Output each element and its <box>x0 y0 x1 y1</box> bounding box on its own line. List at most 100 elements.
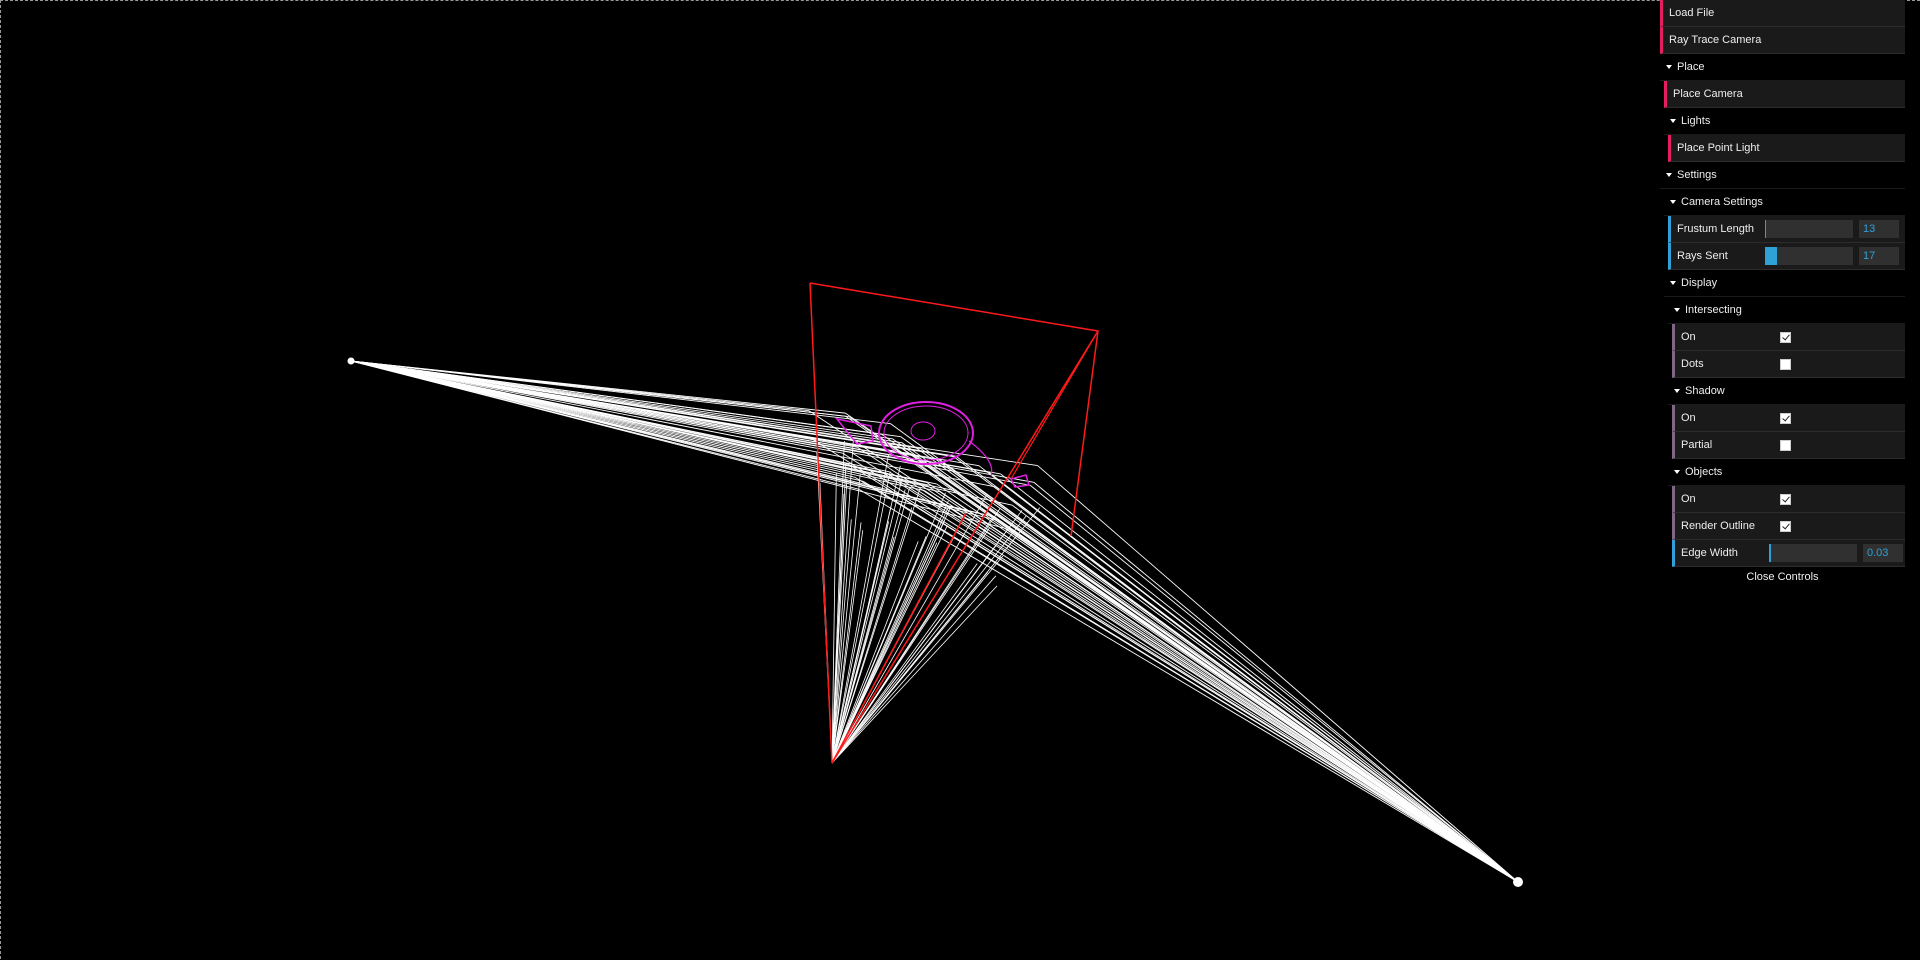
light-rays <box>350 360 1519 883</box>
objects-on-label: On <box>1681 493 1696 505</box>
folder-display[interactable]: Display <box>1664 270 1905 297</box>
light-ray <box>1033 481 1519 883</box>
controls-panel: Load File Ray Trace Camera Place Place C… <box>1660 0 1905 589</box>
light-ray <box>936 483 1519 883</box>
edge-width-slider[interactable] <box>1769 544 1857 562</box>
checkmark-icon <box>1782 494 1790 503</box>
render-outline-control: Render Outline <box>1672 513 1905 540</box>
chevron-down-icon <box>1674 308 1680 313</box>
intersecting-dots-label: Dots <box>1681 358 1704 370</box>
frustum-edge <box>831 512 967 764</box>
folder-lights-title: Lights <box>1681 115 1711 127</box>
light-ray <box>831 563 978 764</box>
intersecting-dots-checkbox[interactable] <box>1780 359 1791 370</box>
intersecting-on-control: On <box>1672 324 1905 351</box>
light-ray <box>900 436 1519 883</box>
light-ray <box>811 438 1519 883</box>
render-viewport[interactable] <box>0 0 1920 959</box>
light-ray <box>890 423 1519 883</box>
frustum-edge <box>809 282 833 764</box>
place-camera-button[interactable]: Place Camera <box>1664 81 1905 108</box>
light-ray <box>350 360 843 454</box>
folder-objects[interactable]: Objects <box>1668 459 1905 486</box>
light-ray <box>857 446 1519 883</box>
folder-intersecting[interactable]: Intersecting <box>1668 297 1905 324</box>
light-ray <box>831 494 988 764</box>
objects-on-checkbox[interactable] <box>1780 494 1791 505</box>
light-ray <box>955 455 1519 883</box>
light-ray <box>889 471 1519 883</box>
slider-fill <box>1765 220 1767 238</box>
light-ray <box>995 519 1519 883</box>
light-ray <box>350 360 891 425</box>
shadow-partial-label: Partial <box>1681 439 1713 451</box>
intersecting-dots-control: Dots <box>1672 351 1905 378</box>
light-ray <box>350 360 1001 475</box>
checkmark-icon <box>1782 332 1790 341</box>
folder-settings-body: Camera Settings Frustum Length 13 Rays S… <box>1664 189 1905 567</box>
render-outline-checkbox[interactable] <box>1780 521 1791 532</box>
folder-settings-title: Settings <box>1677 169 1717 181</box>
frustum-length-label: Frustum Length <box>1677 223 1755 235</box>
shadow-on-label: On <box>1681 412 1696 424</box>
light-ray <box>350 360 996 488</box>
ray-trace-camera-button[interactable]: Ray Trace Camera <box>1660 27 1905 54</box>
folder-camera-settings-body: Frustum Length 13 Rays Sent 17 <box>1668 216 1905 270</box>
folder-intersecting-body: On Dots <box>1672 324 1905 378</box>
slider-fill <box>1765 247 1778 265</box>
shadow-partial-control: Partial <box>1672 432 1905 459</box>
frustum-length-control: Frustum Length 13 <box>1668 216 1905 243</box>
light-ray <box>1037 465 1519 883</box>
checkmark-icon <box>1782 413 1790 422</box>
light-ray <box>350 360 925 492</box>
rays-sent-slider[interactable] <box>1765 247 1853 265</box>
chevron-down-icon <box>1666 173 1672 178</box>
render-outline-label: Render Outline <box>1681 520 1755 532</box>
intersecting-on-checkbox[interactable] <box>1780 332 1791 343</box>
edge-width-control: Edge Width 0.03 <box>1672 540 1905 567</box>
chevron-down-icon <box>1666 65 1672 70</box>
folder-lights[interactable]: Lights <box>1664 108 1905 135</box>
folder-camera-settings-title: Camera Settings <box>1681 196 1763 208</box>
chevron-down-icon <box>1670 200 1676 205</box>
rays-sent-control: Rays Sent 17 <box>1668 243 1905 270</box>
folder-objects-title: Objects <box>1685 466 1723 478</box>
close-controls-button[interactable]: Close Controls <box>1660 567 1905 589</box>
point-light <box>1513 877 1523 887</box>
folder-settings[interactable]: Settings <box>1660 162 1905 189</box>
folder-shadow[interactable]: Shadow <box>1668 378 1905 405</box>
rays-sent-label: Rays Sent <box>1677 250 1728 262</box>
frustum-length-input[interactable]: 13 <box>1859 220 1899 238</box>
light-ray <box>831 517 993 764</box>
objects-on-control: On <box>1672 486 1905 513</box>
load-file-button[interactable]: Load File <box>1660 0 1905 27</box>
shadow-partial-checkbox[interactable] <box>1780 440 1791 451</box>
folder-display-title: Display <box>1681 277 1718 289</box>
folder-place[interactable]: Place <box>1660 54 1905 81</box>
edge-width-label: Edge Width <box>1681 547 1738 559</box>
chevron-down-icon <box>1670 119 1676 124</box>
folder-intersecting-title: Intersecting <box>1685 304 1742 316</box>
place-point-light-button[interactable]: Place Point Light <box>1668 135 1905 162</box>
chevron-down-icon <box>1670 281 1676 286</box>
frustum-edge <box>809 282 1099 537</box>
rays-sent-input[interactable]: 17 <box>1859 247 1899 265</box>
frustum-length-slider[interactable] <box>1765 220 1853 238</box>
scene-canvas <box>347 282 1523 887</box>
light-ray <box>842 452 1519 883</box>
intersecting-on-label: On <box>1681 331 1696 343</box>
chevron-down-icon <box>1674 470 1680 475</box>
chevron-down-icon <box>1674 389 1680 394</box>
slider-fill <box>1769 544 1771 562</box>
light-ray <box>350 360 912 455</box>
checkmark-icon <box>1782 521 1790 530</box>
point-light <box>347 357 355 365</box>
folder-shadow-title: Shadow <box>1685 385 1725 397</box>
object-outline <box>910 421 936 441</box>
folder-display-body: Intersecting On Dots Shadow On Partial O… <box>1668 297 1905 567</box>
edge-width-input[interactable]: 0.03 <box>1863 544 1903 562</box>
folder-camera-settings[interactable]: Camera Settings <box>1664 189 1905 216</box>
light-ray <box>1030 484 1519 883</box>
light-ray <box>911 453 1519 883</box>
shadow-on-checkbox[interactable] <box>1780 413 1791 424</box>
